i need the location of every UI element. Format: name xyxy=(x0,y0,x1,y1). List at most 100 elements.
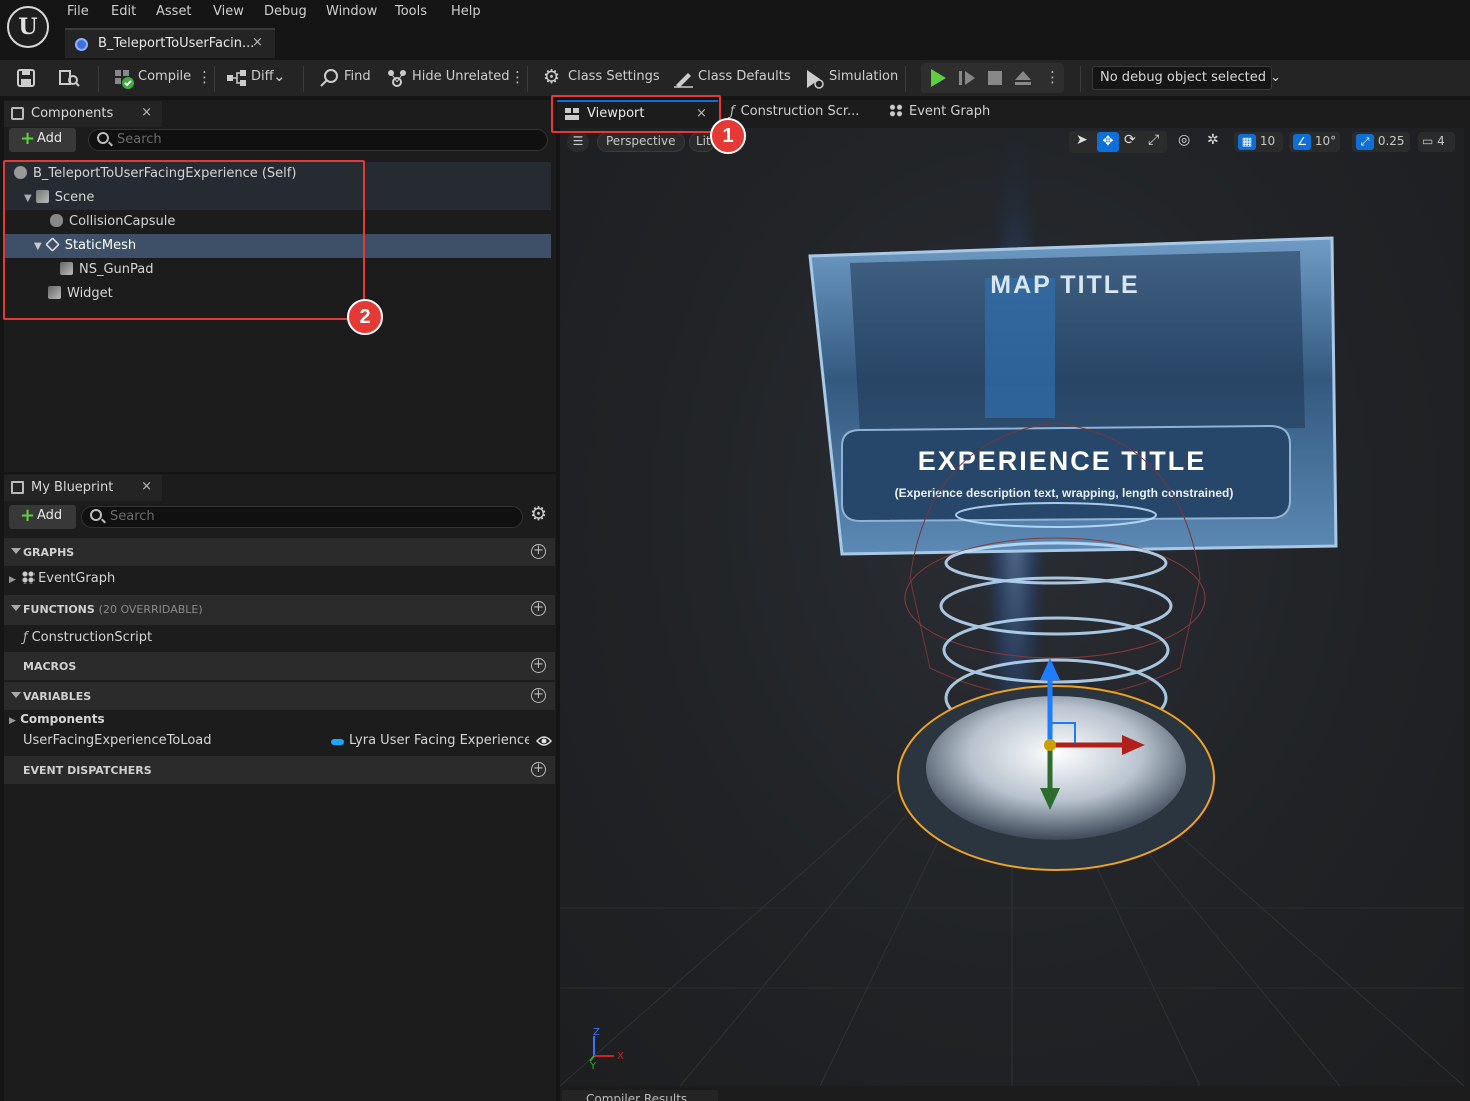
components-search-input[interactable]: Search xyxy=(88,129,548,151)
search-icon xyxy=(90,509,102,521)
menu-edit[interactable]: Edit xyxy=(111,4,136,19)
close-icon[interactable]: × xyxy=(141,105,152,120)
move-tool-icon[interactable]: ✥ xyxy=(1097,132,1119,152)
search-icon xyxy=(97,132,109,144)
graph-item-eventgraph[interactable]: ▶ EventGraph xyxy=(9,571,115,586)
hide-unrelated-button[interactable]: Hide Unrelated xyxy=(412,69,510,84)
angle-icon: ∠ xyxy=(1293,134,1311,150)
menu-view[interactable]: View xyxy=(213,4,244,19)
graphs-section[interactable]: GRAPHS + xyxy=(4,538,555,566)
divider xyxy=(1080,66,1081,92)
scale-snap-button[interactable]: ⤢ 0.25 xyxy=(1352,132,1410,152)
tab-construction-script[interactable]: ƒ Construction Scr... xyxy=(730,104,859,128)
my-blueprint-tab[interactable]: My Blueprint × xyxy=(4,475,162,501)
skip-icon[interactable] xyxy=(957,68,977,88)
camera-speed-button[interactable]: ▭ 4 xyxy=(1418,132,1455,152)
components-icon xyxy=(11,107,24,120)
gear-icon: ⚙ xyxy=(543,66,561,88)
tab-event-graph[interactable]: Event Graph xyxy=(889,104,990,128)
select-tool-icon[interactable]: ➤ xyxy=(1076,132,1088,148)
simulation-button[interactable]: Simulation xyxy=(829,69,898,84)
add-function-icon[interactable]: + xyxy=(531,601,546,616)
plus-icon: + xyxy=(20,128,36,149)
save-icon[interactable] xyxy=(16,68,36,88)
document-tab[interactable]: B_TeleportToUserFacin... × xyxy=(65,28,275,58)
tab-event-graph-label: Event Graph xyxy=(909,104,991,119)
map-title-text: MAP TITLE xyxy=(990,271,1139,299)
add-graph-icon[interactable]: + xyxy=(531,544,546,559)
menu-window[interactable]: Window xyxy=(326,4,377,19)
more-options-icon[interactable]: ⋮ xyxy=(510,68,525,86)
compile-button[interactable]: Compile xyxy=(138,69,191,84)
variables-section[interactable]: VARIABLES + xyxy=(4,682,555,710)
menu-file[interactable]: File xyxy=(67,4,89,19)
perspective-button[interactable]: Perspective xyxy=(597,132,685,152)
function-icon: ƒ xyxy=(23,630,28,645)
macros-section[interactable]: MACROS + xyxy=(4,652,555,680)
class-defaults-button[interactable]: Class Defaults xyxy=(698,69,791,84)
browse-icon[interactable] xyxy=(58,68,80,88)
scale-tool-icon[interactable]: ⤢ xyxy=(1148,132,1159,148)
variable-item-name[interactable]: UserFacingExperienceToLoad xyxy=(23,733,212,748)
close-icon[interactable]: × xyxy=(252,35,263,50)
blueprint-icon xyxy=(75,38,88,51)
title-bar: U File Edit Asset View Debug Window Tool… xyxy=(0,0,1470,60)
variable-type-label[interactable]: Lyra User Facing Experience De xyxy=(349,733,529,748)
close-icon[interactable]: × xyxy=(141,479,152,494)
chevron-right-icon: ▶ xyxy=(9,575,16,585)
play-icon[interactable] xyxy=(928,68,948,88)
3d-viewport[interactable]: MAP TITLE EXPERIENCE TITLE (Experience d… xyxy=(560,128,1464,1086)
graph-item-label: EventGraph xyxy=(38,571,116,586)
viewport-menu-icon[interactable]: ☰ xyxy=(567,132,589,152)
chevron-down-icon[interactable]: ⌄ xyxy=(273,67,286,85)
my-blueprint-search-input[interactable]: Search xyxy=(81,506,523,528)
event-graph-icon xyxy=(22,571,36,584)
chevron-right-icon: ▶ xyxy=(9,716,16,726)
viewport-scene[interactable]: MAP TITLE EXPERIENCE TITLE (Experience d… xyxy=(560,128,1464,1086)
add-event-dispatcher-icon[interactable]: + xyxy=(531,762,546,777)
functions-header: FUNCTIONS xyxy=(23,603,95,616)
function-item-label: ConstructionScript xyxy=(31,630,153,645)
event-graph-icon xyxy=(889,104,903,117)
surface-snap-icon[interactable]: ✲ xyxy=(1207,132,1219,148)
menu-debug[interactable]: Debug xyxy=(264,4,307,19)
diff-icon xyxy=(227,70,246,86)
class-defaults-icon xyxy=(674,73,693,88)
components-tab[interactable]: Components × xyxy=(4,101,162,127)
menu-tools[interactable]: Tools xyxy=(395,4,427,19)
functions-section[interactable]: FUNCTIONS (20 OVERRIDABLE) + xyxy=(4,595,555,625)
compiler-results-tab[interactable]: Compiler Results xyxy=(562,1090,718,1101)
eject-icon[interactable] xyxy=(1013,68,1033,88)
function-item-constructionscript[interactable]: ƒ ConstructionScript xyxy=(23,630,152,645)
rotate-tool-icon[interactable]: ⟳ xyxy=(1124,132,1136,148)
debug-object-label: No debug object selected xyxy=(1100,70,1267,85)
add-component-button[interactable]: + Add xyxy=(9,128,76,152)
unreal-logo-icon[interactable]: U xyxy=(7,6,49,48)
graphs-header: GRAPHS xyxy=(23,546,75,559)
menu-asset[interactable]: Asset xyxy=(156,4,192,19)
grid-snap-button[interactable]: ▦ 10 xyxy=(1234,132,1283,152)
menu-help[interactable]: Help xyxy=(451,4,481,19)
play-options-icon[interactable]: ⋮ xyxy=(1045,68,1060,86)
diff-button[interactable]: Diff xyxy=(251,69,274,84)
rotation-snap-button[interactable]: ∠ 10° xyxy=(1289,132,1340,152)
world-local-icon[interactable]: ◎ xyxy=(1178,132,1190,148)
gear-icon[interactable]: ⚙ xyxy=(530,503,547,525)
class-settings-button[interactable]: Class Settings xyxy=(568,69,660,84)
annotation-badge-1: 1 xyxy=(710,118,746,154)
stop-icon[interactable] xyxy=(985,68,1005,88)
add-member-button[interactable]: + Add xyxy=(9,505,76,529)
debug-object-select[interactable]: No debug object selected ⌄ xyxy=(1092,66,1281,90)
gizmo-center[interactable] xyxy=(1044,739,1056,751)
eye-icon[interactable] xyxy=(536,735,552,747)
event-dispatchers-section[interactable]: EVENT DISPATCHERS + xyxy=(4,756,555,784)
find-icon xyxy=(320,69,338,87)
compile-options-icon[interactable]: ⋮ xyxy=(197,68,212,86)
add-macro-icon[interactable]: + xyxy=(531,658,546,673)
chevron-down-icon xyxy=(11,548,21,554)
variable-group-components[interactable]: ▶ Components xyxy=(9,712,105,726)
find-button[interactable]: Find xyxy=(344,69,371,84)
add-variable-icon[interactable]: + xyxy=(531,688,546,703)
gun-pad-top xyxy=(926,696,1186,840)
hide-unrelated-icon xyxy=(388,70,406,87)
